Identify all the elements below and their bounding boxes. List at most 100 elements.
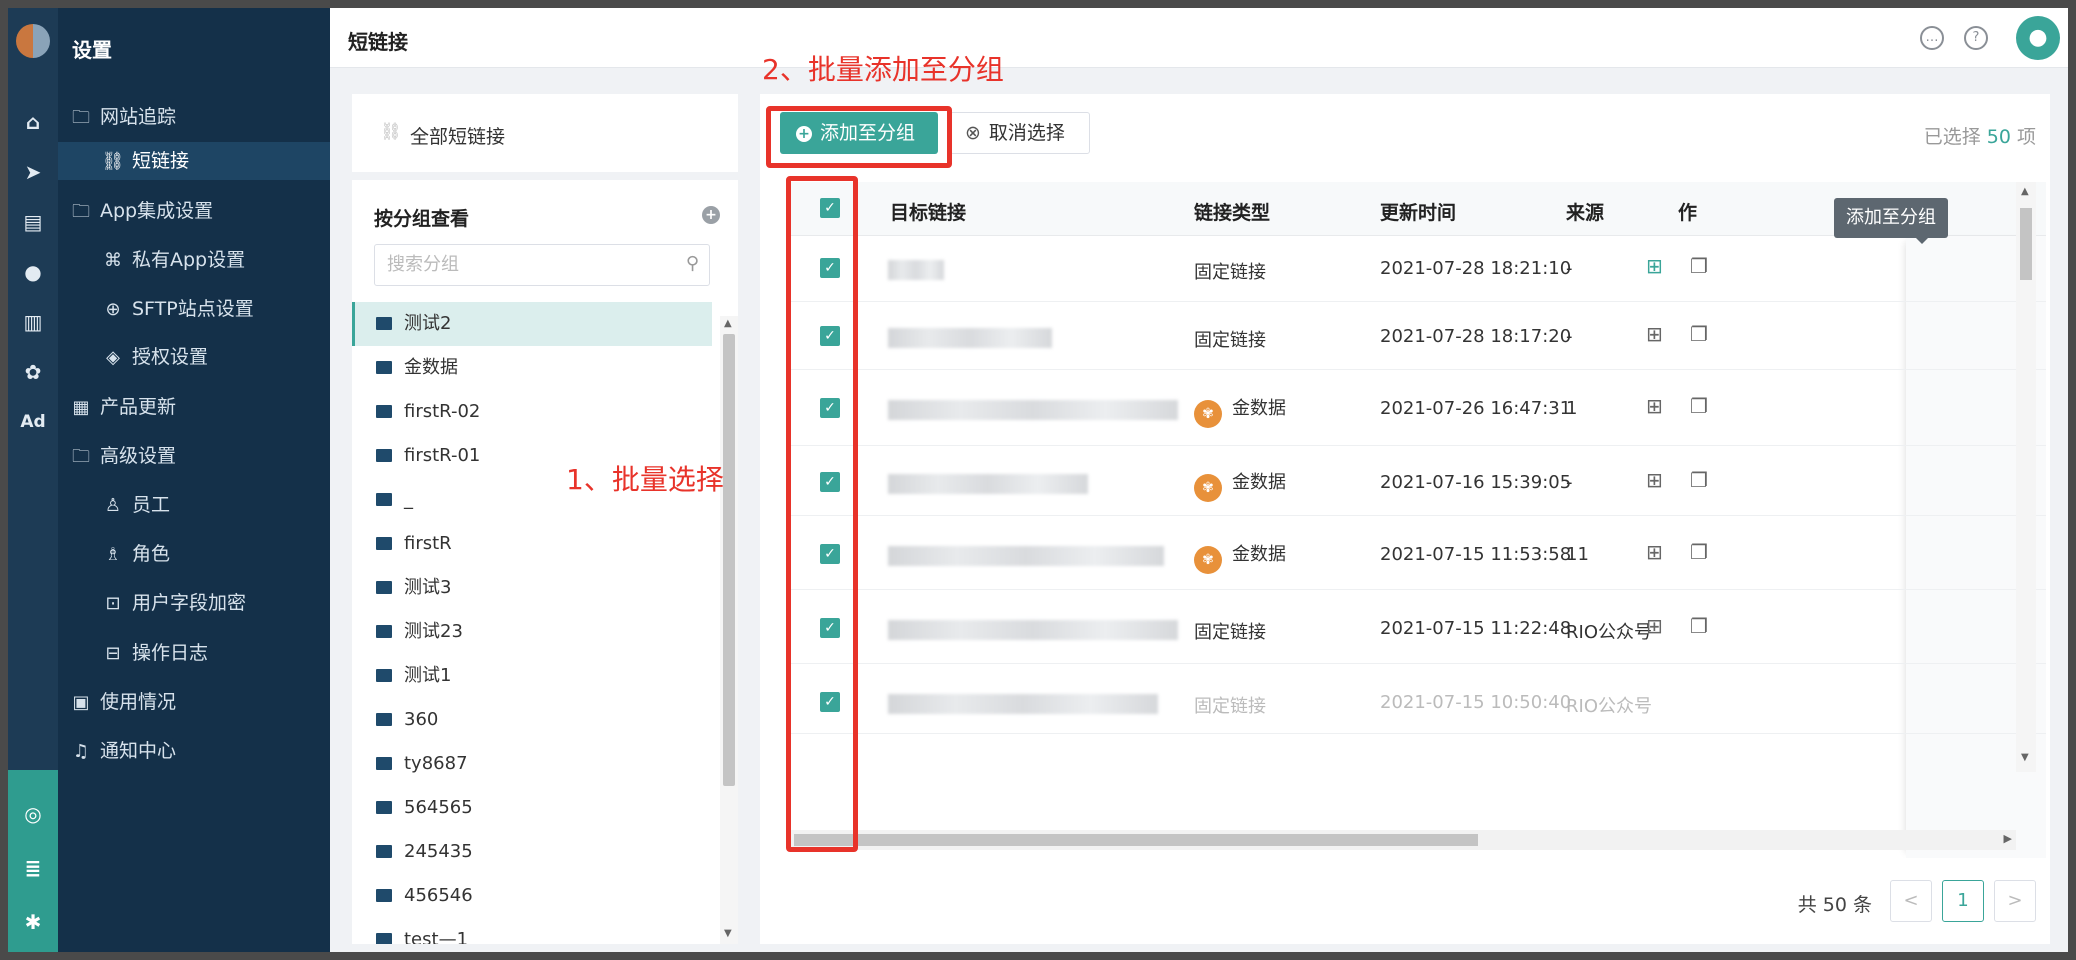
- wechat-icon[interactable]: ✿: [8, 354, 58, 390]
- source: -: [1566, 472, 1573, 493]
- group-item[interactable]: 245435: [352, 830, 712, 874]
- nav-item-staff[interactable]: ♙ 员工: [58, 486, 330, 524]
- group-search-input[interactable]: [387, 245, 667, 283]
- col-ops: 作: [1678, 202, 1698, 224]
- table-row[interactable]: ✓ ✾ 金数据 2021-07-16 15:39:05 - ⊞ ❐: [790, 446, 2046, 516]
- links-card: + 添加至分组 ⊗ 取消选择 已选择 50 项 ✓ 目标链接 链接类型 更新时间 来…: [760, 94, 2050, 944]
- scroll-thumb[interactable]: [723, 334, 735, 786]
- group-item[interactable]: 564565: [352, 786, 712, 830]
- copy-icon[interactable]: ❐: [1690, 540, 1708, 564]
- table-row[interactable]: ✓ ✾ 金数据 2021-07-26 16:47:31 1 ⊞ ❐: [790, 370, 2046, 446]
- add-to-group-icon[interactable]: ⊞: [1646, 540, 1663, 564]
- table-row[interactable]: ✓ 固定链接 2021-07-28 18:17:20 - ⊞ ❐: [790, 302, 2046, 370]
- prev-page-button[interactable]: <: [1890, 880, 1932, 922]
- group-item[interactable]: 测试3: [352, 566, 712, 610]
- group-item[interactable]: test—1: [352, 918, 712, 944]
- table-h-scrollbar[interactable]: ▶: [790, 830, 2016, 850]
- nav-item-operation-log[interactable]: ⊟ 操作日志: [58, 634, 330, 672]
- home-icon[interactable]: ⌂: [8, 104, 58, 140]
- group-item[interactable]: firstR-02: [352, 390, 712, 434]
- group-item[interactable]: 测试2: [352, 302, 712, 346]
- nav-item-notification[interactable]: ♫ 通知中心: [58, 732, 330, 770]
- help-icon[interactable]: ?: [1964, 26, 1988, 50]
- nav-item-website-tracking[interactable]: 🗀 网站追踪: [58, 98, 330, 136]
- group-item[interactable]: 测试23: [352, 610, 712, 654]
- update-time: 2021-07-15 10:50:40: [1380, 692, 1572, 713]
- total-count: 共 50 条: [1797, 894, 1872, 916]
- nav-item-role[interactable]: ♗ 角色: [58, 535, 330, 573]
- col-link-type: 链接类型: [1194, 202, 1271, 224]
- user-icon[interactable]: ●: [8, 254, 58, 290]
- layout-icon[interactable]: ▤: [8, 204, 58, 240]
- group-item[interactable]: 360: [352, 698, 712, 742]
- ad-icon[interactable]: Ad: [8, 404, 58, 440]
- send-icon[interactable]: ➤: [8, 154, 58, 190]
- nav-item-app-integration[interactable]: 🗀 App集成设置: [58, 192, 330, 230]
- next-page-button[interactable]: >: [1994, 880, 2036, 922]
- group-item[interactable]: 456546: [352, 874, 712, 918]
- selected-count: 已选择 50 项: [1923, 126, 2036, 148]
- nav-item-product-update[interactable]: ▦ 产品更新: [58, 388, 330, 426]
- server-icon[interactable]: ≣: [8, 850, 58, 886]
- search-icon[interactable]: ⚲: [686, 253, 699, 274]
- gear-icon[interactable]: ✱: [8, 904, 58, 940]
- page-button[interactable]: 1: [1942, 880, 1984, 922]
- table-v-scrollbar[interactable]: ▲ ▼: [2016, 182, 2036, 772]
- group-item[interactable]: firstR: [352, 522, 712, 566]
- bar-chart-icon[interactable]: ▥: [8, 304, 58, 340]
- encrypt-icon: ⊡: [105, 593, 121, 614]
- avatar[interactable]: ●: [2016, 16, 2060, 60]
- nav-item-private-app[interactable]: ⌘ 私有App设置: [58, 241, 330, 279]
- bell-icon: ♫: [72, 741, 90, 762]
- add-to-group-icon[interactable]: ⊞: [1646, 254, 1663, 278]
- nav-item-auth[interactable]: ◈ 授权设置: [58, 338, 330, 376]
- nav-item-short-link[interactable]: ⛓ 短链接: [58, 142, 330, 180]
- scroll-up-icon[interactable]: ▲: [724, 318, 732, 329]
- page-title: 短链接: [348, 30, 408, 54]
- chat-icon[interactable]: …: [1920, 26, 1944, 50]
- nav-item-field-encrypt[interactable]: ⊡ 用户字段加密: [58, 584, 330, 622]
- radar-icon[interactable]: ◎: [8, 796, 58, 832]
- scroll-thumb[interactable]: [2020, 208, 2032, 280]
- group-list-scrollbar[interactable]: ▲ ▼: [720, 316, 738, 944]
- table-row[interactable]: ✓ 固定链接 2021-07-15 11:22:48 RIO公众号 ⊞ ❐: [790, 590, 2046, 664]
- copy-icon[interactable]: ❐: [1690, 468, 1708, 492]
- copy-icon[interactable]: ❐: [1690, 394, 1708, 418]
- scroll-thumb[interactable]: [794, 834, 1478, 846]
- copy-icon[interactable]: ❐: [1690, 322, 1708, 346]
- nav-item-usage[interactable]: ▣ 使用情况: [58, 683, 330, 721]
- nav-item-advanced[interactable]: 🗀 高级设置: [58, 437, 330, 475]
- group-item[interactable]: 金数据: [352, 346, 712, 390]
- nav-item-sftp[interactable]: ⊕ SFTP站点设置: [58, 290, 330, 328]
- copy-icon[interactable]: ❐: [1690, 254, 1708, 278]
- scroll-down-icon[interactable]: ▼: [724, 928, 732, 939]
- source: RIO公众号: [1566, 622, 1652, 643]
- annotation-box-checkboxes: [786, 176, 858, 852]
- globe-icon: ⊕: [105, 299, 121, 320]
- table-row[interactable]: ✓ 固定链接 2021-07-15 10:50:40 RIO公众号: [790, 664, 2046, 734]
- add-group-icon[interactable]: +: [702, 206, 720, 224]
- add-to-group-icon[interactable]: ⊞: [1646, 468, 1663, 492]
- add-to-group-icon[interactable]: ⊞: [1646, 322, 1663, 346]
- all-links-item[interactable]: ⛓ 全部短链接: [352, 94, 738, 180]
- group-item[interactable]: ty8687: [352, 742, 712, 786]
- add-to-group-icon[interactable]: ⊞: [1646, 614, 1663, 638]
- settings-nav: 设置 🗀 网站追踪 ⛓ 短链接 🗀 App集成设置 ⌘ 私有App设置 ⊕ SFTP站点设…: [58, 8, 330, 952]
- group-item[interactable]: 测试1: [352, 654, 712, 698]
- scroll-right-icon[interactable]: ▶: [2004, 832, 2012, 845]
- copy-icon[interactable]: ❐: [1690, 614, 1708, 638]
- table-row[interactable]: ✓ 固定链接 2021-07-28 18:21:10 - ⊞ ❐: [790, 236, 2046, 302]
- annotation-box-add: [766, 106, 952, 168]
- icon-rail: ⌂ ➤ ▤ ● ▥ ✿ Ad ◎ ≣ ✱: [8, 8, 58, 952]
- jinshuju-icon: ✾: [1194, 400, 1222, 428]
- add-to-group-icon[interactable]: ⊞: [1646, 394, 1663, 418]
- col-source: 来源: [1566, 202, 1605, 224]
- folder-icon: [376, 405, 392, 418]
- scroll-down-icon[interactable]: ▼: [2021, 752, 2029, 763]
- col-target-link: 目标链接: [890, 202, 967, 224]
- table-row[interactable]: ✓ ✾ 金数据 2021-07-15 11:53:58 11 ⊞ ❐: [790, 516, 2046, 590]
- source: -: [1566, 326, 1573, 347]
- link-icon: ⛓: [101, 151, 125, 172]
- cancel-selection-button[interactable]: ⊗ 取消选择: [950, 112, 1090, 154]
- scroll-up-icon[interactable]: ▲: [2021, 186, 2029, 197]
